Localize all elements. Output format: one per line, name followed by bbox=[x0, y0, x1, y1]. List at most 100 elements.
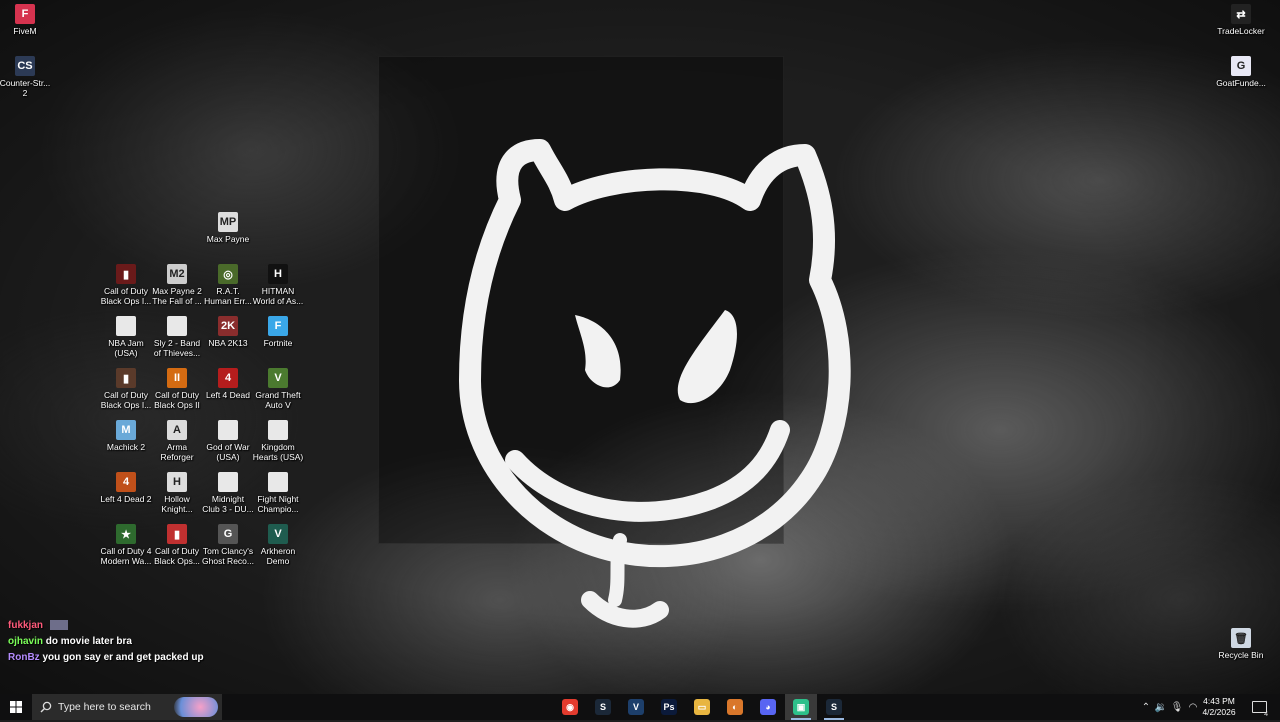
desktop-shortcut[interactable]: ★ Call of Duty 4 Modern Wa... bbox=[100, 524, 152, 566]
chat-username: fukkjan bbox=[8, 620, 44, 631]
desktop-shortcut[interactable]: Midnight Club 3 - DU... bbox=[202, 472, 254, 514]
desktop-shortcut[interactable]: 🗑 Recycle Bin bbox=[1215, 628, 1267, 660]
emote-icon bbox=[49, 620, 68, 631]
photoshop-icon: Ps bbox=[661, 699, 677, 715]
vegas-icon: V bbox=[628, 699, 644, 715]
chat-username: ojhavin bbox=[8, 636, 44, 647]
desktop-shortcut-label: Call of Duty Black Ops II bbox=[154, 390, 200, 410]
desktop-shortcut[interactable]: ▮ Call of Duty Black Ops I... bbox=[100, 368, 152, 410]
desktop-shortcut[interactable]: G Tom Clancy's Ghost Reco... bbox=[202, 524, 254, 566]
desktop-shortcut-label: Machick 2 bbox=[106, 442, 146, 452]
desktop-shortcut[interactable]: F FiveM bbox=[0, 4, 51, 36]
desktop-shortcut[interactable]: II Call of Duty Black Ops II bbox=[151, 368, 203, 410]
taskbar-app-button[interactable]: V bbox=[620, 694, 652, 720]
desktop-shortcut[interactable]: NBA Jam (USA) bbox=[100, 316, 152, 358]
taskbar-app-button[interactable]: ◕ bbox=[752, 694, 784, 720]
show-hidden-icons-chevron-icon[interactable]: ⌃ bbox=[1140, 694, 1152, 720]
desktop-shortcut-label: Left 4 Dead 2 bbox=[100, 494, 152, 504]
desktop-shortcut-label: Max Payne 2 The Fall of ... bbox=[152, 286, 202, 306]
chrome-icon: ◉ bbox=[562, 699, 578, 715]
desktop-shortcut-label: Grand Theft Auto V bbox=[255, 390, 301, 410]
desktop-shortcut[interactable]: ⇄ TradeLocker bbox=[1215, 4, 1267, 36]
desktop-shortcut[interactable]: F Fortnite bbox=[252, 316, 304, 348]
desktop-shortcut[interactable]: M Machick 2 bbox=[100, 420, 152, 452]
counter-strike-icon: CS bbox=[15, 56, 35, 76]
desktop-shortcut-label: God of War (USA) bbox=[206, 442, 250, 462]
desktop-shortcut[interactable]: ◎ R.A.T. Human Err... bbox=[202, 264, 254, 306]
desktop-shortcut[interactable]: A Arma Reforger bbox=[151, 420, 203, 462]
discord-icon: ◕ bbox=[760, 699, 776, 715]
taskbar-search-box[interactable]: Type here to search bbox=[32, 694, 222, 720]
cod-4-icon: ★ bbox=[116, 524, 136, 544]
desktop-shortcut[interactable]: CS Counter-Str... 2 bbox=[0, 56, 51, 98]
ghost-recon-icon: G bbox=[218, 524, 238, 544]
desktop-shortcut-label: Arkheron Demo bbox=[260, 546, 296, 566]
cod-black-ops-2-icon: II bbox=[167, 368, 187, 388]
cod-black-ops-icon: ▮ bbox=[167, 524, 187, 544]
max-payne-2-icon: M2 bbox=[167, 264, 187, 284]
steam-icon: S bbox=[826, 699, 842, 715]
file-explorer-icon: ▭ bbox=[694, 699, 710, 715]
file-icon bbox=[218, 420, 238, 440]
file-icon bbox=[268, 420, 288, 440]
desktop-shortcut-label: HITMAN World of As... bbox=[252, 286, 304, 306]
file-icon bbox=[167, 316, 187, 336]
microphone-icon[interactable]: 🎙 bbox=[1170, 694, 1184, 720]
taskbar: Type here to search ◉ S V Ps ▭ ◐ ◕ ▣ S ⌃ 🔉 🎙 ◠ 4… bbox=[0, 694, 1280, 720]
desktop-shortcut-label: Hollow Knight... bbox=[161, 494, 193, 514]
desktop-shortcut-label: NBA Jam (USA) bbox=[108, 338, 144, 358]
taskbar-app-button[interactable]: S bbox=[587, 694, 619, 720]
left-4-dead-2-icon: 4 bbox=[116, 472, 136, 492]
taskbar-app-button[interactable]: S bbox=[818, 694, 850, 720]
fortnite-icon: F bbox=[268, 316, 288, 336]
arma-reforger-icon: A bbox=[167, 420, 187, 440]
goatfunded-icon: G bbox=[1231, 56, 1251, 76]
desktop-shortcut[interactable]: Fight Night Champio... bbox=[252, 472, 304, 514]
cod-black-ops-icon: ▮ bbox=[116, 264, 136, 284]
arkheron-icon: V bbox=[268, 524, 288, 544]
start-button[interactable] bbox=[0, 694, 32, 720]
desktop-shortcut[interactable]: M2 Max Payne 2 The Fall of ... bbox=[151, 264, 203, 306]
chat-message: RonBz you gon say er and get packed up bbox=[8, 652, 204, 663]
desktop-shortcut[interactable]: G GoatFunde... bbox=[1215, 56, 1267, 88]
desktop-shortcut[interactable]: ▮ Call of Duty Black Ops I... bbox=[100, 264, 152, 306]
desktop-shortcut[interactable]: 4 Left 4 Dead 2 bbox=[100, 472, 152, 504]
desktop-shortcut-label: FiveM bbox=[13, 26, 37, 36]
taskbar-app-button[interactable]: ◉ bbox=[554, 694, 586, 720]
chat-text: do movie later bra bbox=[45, 636, 132, 647]
desktop-shortcut-label: NBA 2K13 bbox=[208, 338, 248, 348]
taskbar-app-button[interactable]: ▭ bbox=[686, 694, 718, 720]
wallpaper-smiley-art bbox=[459, 139, 851, 628]
search-highlight-image bbox=[174, 697, 218, 717]
search-icon bbox=[40, 701, 52, 713]
max-payne-icon: MP bbox=[218, 212, 238, 232]
desktop-shortcut-label: Midnight Club 3 - DU... bbox=[202, 494, 254, 514]
desktop-shortcut[interactable]: Sly 2 - Band of Thieves... bbox=[151, 316, 203, 358]
desktop-shortcut-label: R.A.T. Human Err... bbox=[204, 286, 252, 306]
desktop-shortcut[interactable]: 4 Left 4 Dead bbox=[202, 368, 254, 400]
desktop-shortcut[interactable]: V Grand Theft Auto V bbox=[252, 368, 304, 410]
desktop-shortcut-label: Call of Duty 4 Modern Wa... bbox=[100, 546, 152, 566]
chat-username: RonBz bbox=[8, 652, 40, 663]
desktop-shortcut[interactable]: MP Max Payne bbox=[202, 212, 254, 244]
clock-date: 4/2/2026 bbox=[1202, 707, 1236, 717]
desktop-shortcut[interactable]: H HITMAN World of As... bbox=[252, 264, 304, 306]
desktop-shortcut-label: Tom Clancy's Ghost Reco... bbox=[202, 546, 254, 566]
volume-icon[interactable]: 🔉 bbox=[1154, 694, 1168, 720]
notification-count: 4 bbox=[1264, 711, 1268, 718]
desktop-shortcut[interactable]: H Hollow Knight... bbox=[151, 472, 203, 514]
notification-center-icon[interactable]: 4 bbox=[1248, 694, 1270, 720]
desktop-shortcut[interactable]: V Arkheron Demo bbox=[252, 524, 304, 566]
system-clock[interactable]: 4:43 PM 4/2/2026 bbox=[1196, 694, 1242, 722]
taskbar-app-button[interactable]: ◐ bbox=[719, 694, 751, 720]
app-icon: ▣ bbox=[793, 699, 809, 715]
desktop-shortcut[interactable]: God of War (USA) bbox=[202, 420, 254, 462]
desktop-shortcut[interactable]: 2K NBA 2K13 bbox=[202, 316, 254, 348]
desktop-shortcut-label: GoatFunde... bbox=[1216, 78, 1266, 88]
fivem-icon: F bbox=[15, 4, 35, 24]
desktop-shortcut[interactable]: Kingdom Hearts (USA) bbox=[252, 420, 304, 462]
taskbar-app-button[interactable]: ▣ bbox=[785, 694, 817, 720]
taskbar-app-button[interactable]: Ps bbox=[653, 694, 685, 720]
desktop-shortcut-label: Counter-Str... 2 bbox=[0, 78, 51, 98]
desktop-shortcut[interactable]: ▮ Call of Duty Black Ops... bbox=[151, 524, 203, 566]
